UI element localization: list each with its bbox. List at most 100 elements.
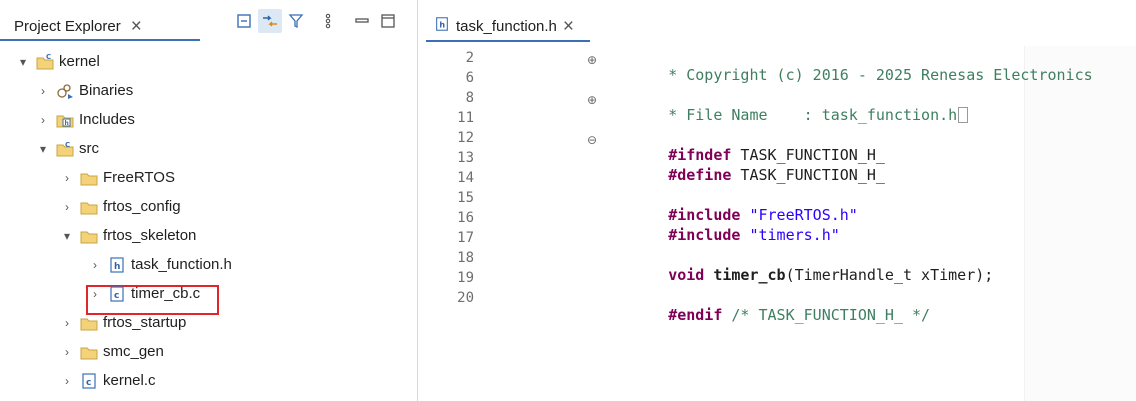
line-number: 18 — [457, 250, 474, 266]
tree-item-label: task_function.h — [131, 256, 232, 273]
folder-icon — [80, 227, 98, 245]
minimize-icon[interactable] — [350, 9, 374, 33]
line-number: 8 — [465, 90, 474, 106]
editor-pane: h task_function.h × 2 6 8 11 12 13 14 15… — [426, 0, 1136, 401]
tree-item-frtos-startup[interactable]: › frtos_startup — [60, 311, 186, 335]
include-path: "timers.h" — [740, 226, 840, 244]
folder-icon — [80, 343, 98, 361]
chevron-right-icon[interactable]: › — [88, 258, 102, 272]
expand-fold-icon[interactable]: ⊕ — [586, 54, 598, 66]
includes-icon: h — [56, 111, 74, 129]
collapse-all-icon[interactable] — [232, 9, 256, 33]
c-file-icon: c — [108, 285, 126, 303]
directive-keyword: #define — [668, 166, 732, 184]
chevron-right-icon[interactable]: › — [60, 345, 74, 359]
expand-fold-icon[interactable]: ⊕ — [586, 94, 598, 106]
line-number: 15 — [457, 190, 474, 206]
folded-content-icon[interactable] — [958, 107, 969, 123]
active-tab-indicator — [0, 39, 200, 41]
line-number: 13 — [457, 150, 474, 166]
c-project-icon: C — [36, 53, 54, 71]
tree-item-label: Binaries — [79, 82, 134, 99]
close-icon[interactable]: × — [131, 17, 142, 36]
line-number: 16 — [457, 210, 474, 226]
tree-item-timer-cb-c[interactable]: › c timer_cb.c — [88, 282, 200, 306]
folder-icon — [80, 198, 98, 216]
line-number: 14 — [457, 170, 474, 186]
project-explorer-pane: Project Explorer × ▾ C kernel › Binaries… — [0, 0, 418, 401]
line-number: 17 — [457, 230, 474, 246]
line-number: 12 — [457, 130, 474, 146]
tree-item-label: kernel — [59, 53, 100, 70]
tree-item-label: FreeRTOS — [103, 169, 175, 186]
folder-icon — [80, 314, 98, 332]
header-file-icon: h — [108, 256, 126, 274]
line-number: 11 — [457, 110, 474, 126]
tree-item-binaries[interactable]: › Binaries — [36, 79, 133, 103]
tree-item-label: frtos_skeleton — [103, 227, 197, 244]
binaries-icon — [56, 82, 74, 100]
link-with-editor-icon[interactable] — [258, 9, 282, 33]
explorer-tab-bar: Project Explorer × — [0, 0, 418, 41]
tab-task-function-h[interactable]: h task_function.h × — [434, 13, 574, 39]
header-file-icon: h — [434, 16, 450, 36]
chevron-right-icon[interactable]: › — [88, 287, 102, 301]
maximize-icon[interactable] — [376, 9, 400, 33]
tree-item-label: Includes — [79, 111, 135, 128]
directive-keyword: #include — [668, 226, 741, 244]
source-folder-icon: C — [56, 140, 74, 158]
chevron-right-icon[interactable]: › — [36, 113, 50, 127]
chevron-right-icon[interactable]: › — [36, 84, 50, 98]
filter-icon[interactable] — [284, 9, 308, 33]
tree-item-label: smc_gen — [103, 343, 164, 360]
svg-text:h: h — [65, 120, 69, 127]
active-tab-indicator — [426, 40, 590, 42]
line-number: 20 — [457, 290, 474, 306]
type-keyword: void — [668, 266, 705, 284]
comment-text: * Copyright (c) 2016 - 2025 Renesas Elec… — [668, 66, 1093, 84]
tab-project-explorer[interactable]: Project Explorer × — [14, 14, 142, 38]
folder-icon — [80, 169, 98, 187]
tree-item-label: src — [79, 140, 99, 157]
chevron-down-icon[interactable]: ▾ — [60, 229, 74, 243]
svg-text:h: h — [114, 262, 120, 272]
svg-text:C: C — [46, 53, 51, 61]
chevron-right-icon[interactable]: › — [60, 171, 74, 185]
tree-item-kernel[interactable]: ▾ C kernel — [16, 50, 100, 74]
tree-item-src[interactable]: ▾ C src — [36, 137, 99, 161]
line-number: 2 — [465, 50, 474, 66]
chevron-down-icon[interactable]: ▾ — [36, 142, 50, 156]
comment-text: /* TASK_FUNCTION_H_ */ — [722, 306, 931, 324]
chevron-down-icon[interactable]: ▾ — [16, 55, 30, 69]
tree-item-label: timer_cb.c — [131, 285, 201, 302]
code-line-endif: #endif /* TASK_FUNCTION_H_ */ — [614, 288, 930, 342]
chevron-right-icon[interactable]: › — [60, 316, 74, 330]
c-file-icon: c — [80, 372, 98, 390]
function-name: timer_cb — [704, 266, 786, 284]
tree-item-frtos-skeleton[interactable]: ▾ frtos_skeleton — [60, 224, 196, 248]
tree-item-label: kernel.c — [103, 372, 156, 389]
tab-project-explorer-label: Project Explorer — [14, 17, 121, 35]
comment-text: * File Name : task_function.h — [668, 106, 958, 124]
line-number: 19 — [457, 270, 474, 286]
editor-tab-label: task_function.h — [456, 17, 557, 35]
tree-item-smc-gen[interactable]: › smc_gen — [60, 340, 164, 364]
code-editor[interactable]: 2 6 8 11 12 13 14 15 16 17 18 19 20 ⊕ ⊕ … — [426, 46, 1136, 401]
svg-text:c: c — [114, 291, 119, 301]
chevron-right-icon[interactable]: › — [60, 200, 74, 214]
tree-item-frtos-config[interactable]: › frtos_config — [60, 195, 181, 219]
tree-item-label: frtos_config — [103, 198, 181, 215]
collapse-fold-icon[interactable]: ⊖ — [586, 134, 598, 146]
macro-name: TASK_FUNCTION_H_ — [731, 166, 885, 184]
svg-text:h: h — [439, 21, 445, 30]
view-menu-icon[interactable] — [316, 9, 340, 33]
tree-item-kernel-c[interactable]: › c kernel.c — [60, 369, 156, 393]
tree-item-includes[interactable]: › h Includes — [36, 108, 135, 132]
directive-keyword: #endif — [668, 306, 723, 324]
tree-item-freertos[interactable]: › FreeRTOS — [60, 166, 175, 190]
tree-item-task-function-h[interactable]: › h task_function.h — [88, 253, 232, 277]
function-args: (TimerHandle_t xTimer); — [785, 266, 994, 284]
chevron-right-icon[interactable]: › — [60, 374, 74, 388]
close-icon[interactable]: × — [563, 17, 574, 36]
tree-item-label: frtos_startup — [103, 314, 187, 331]
